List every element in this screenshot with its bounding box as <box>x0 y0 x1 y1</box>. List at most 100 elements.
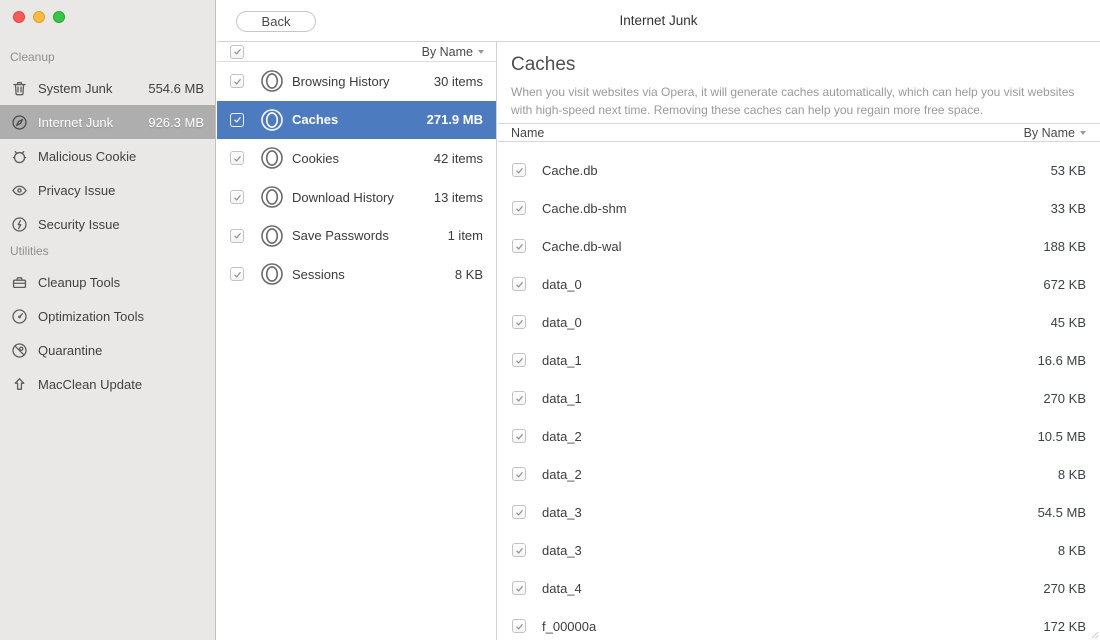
checkbox[interactable] <box>512 467 526 481</box>
file-size: 10.5 MB <box>1037 428 1086 444</box>
checkbox[interactable] <box>230 267 244 282</box>
file-size: 33 KB <box>1050 200 1086 216</box>
sidebar-item-label: Privacy Issue <box>38 182 116 198</box>
sidebar-item-internet-junk[interactable]: Internet Junk 926.3 MB <box>0 105 215 139</box>
sidebar-item-privacy-issue[interactable]: Privacy Issue <box>0 173 215 207</box>
checkbox[interactable] <box>230 151 244 166</box>
category-value: 42 items <box>433 150 483 166</box>
file-row-data-0-4[interactable]: data_0 45 KB <box>498 303 1100 341</box>
detail-sort-control[interactable]: By Name <box>1024 126 1086 140</box>
sidebar-item-label: MacClean Update <box>38 376 143 392</box>
category-sort-control[interactable]: By Name <box>422 45 484 59</box>
resize-grip[interactable] <box>1088 628 1099 639</box>
sidebar-item-label: Quarantine <box>38 342 103 358</box>
file-size: 8 KB <box>1057 466 1086 482</box>
checkbox[interactable] <box>230 228 244 243</box>
checkbox[interactable] <box>230 74 244 89</box>
checkbox[interactable] <box>230 112 244 127</box>
file-row-data-1-5[interactable]: data_1 16.6 MB <box>498 341 1100 379</box>
file-size: 8 KB <box>1057 542 1086 558</box>
toolbox-icon <box>11 274 28 291</box>
checkbox[interactable] <box>512 201 526 215</box>
checkbox[interactable] <box>512 619 526 633</box>
select-all-checkbox[interactable] <box>230 44 244 59</box>
checkbox[interactable] <box>512 505 526 519</box>
minimize-window-button[interactable] <box>33 11 45 23</box>
category-row-browsing-history[interactable]: Browsing History 30 items <box>217 62 496 101</box>
detail-table-header: Name By Name <box>498 123 1100 142</box>
sidebar-item-malicious-cookie[interactable]: Malicious Cookie <box>0 139 215 173</box>
sidebar: Cleanup System Junk 554.6 MB Internet Ju… <box>0 0 216 640</box>
detail-description: When you visit websites via Opera, it wi… <box>511 85 1075 117</box>
window-title: Internet Junk <box>619 13 698 28</box>
file-size: 672 KB <box>1043 276 1086 292</box>
macclean-window: Cleanup System Junk 554.6 MB Internet Ju… <box>0 0 1100 640</box>
sidebar-item-label: Internet Junk <box>38 114 114 130</box>
category-row-download-history[interactable]: Download History 13 items <box>217 178 496 217</box>
quarantine-icon <box>11 342 28 359</box>
opera-icon <box>260 224 284 248</box>
file-name: data_3 <box>542 542 582 558</box>
file-row-cache-db-wal-2[interactable]: Cache.db-wal 188 KB <box>498 227 1100 265</box>
sidebar-item-system-junk[interactable]: System Junk 554.6 MB <box>0 71 215 105</box>
file-size: 188 KB <box>1043 238 1086 254</box>
sidebar-item-label: System Junk <box>38 80 113 96</box>
category-value: 271.9 MB <box>426 112 483 128</box>
bug-icon <box>11 148 28 165</box>
sidebar-item-value: 926.3 MB <box>148 114 204 130</box>
file-row-cache-db-0[interactable]: Cache.db 53 KB <box>498 151 1100 189</box>
file-name: data_2 <box>542 466 582 482</box>
file-size: 54.5 MB <box>1037 504 1086 520</box>
detail-header: Caches When you visit websites via Opera… <box>498 42 1100 123</box>
detail-panel: Caches When you visit websites via Opera… <box>498 42 1100 640</box>
checkbox[interactable] <box>512 543 526 557</box>
category-label: Save Passwords <box>292 228 389 244</box>
file-row-data-3-9[interactable]: data_3 54.5 MB <box>498 493 1100 531</box>
checkbox[interactable] <box>512 277 526 291</box>
file-name: data_1 <box>542 390 582 406</box>
file-row-data-1-6[interactable]: data_1 270 KB <box>498 379 1100 417</box>
detail-heading: Caches <box>511 54 576 75</box>
checkbox[interactable] <box>512 581 526 595</box>
file-name: Cache.db-shm <box>542 200 627 216</box>
file-size: 172 KB <box>1043 618 1086 634</box>
sidebar-item-security-issue[interactable]: Security Issue <box>0 207 215 241</box>
file-row-data-2-8[interactable]: data_2 8 KB <box>498 455 1100 493</box>
checkbox[interactable] <box>512 391 526 405</box>
category-value: 13 items <box>433 189 483 205</box>
file-row-data-0-3[interactable]: data_0 672 KB <box>498 265 1100 303</box>
zoom-window-button[interactable] <box>53 11 65 23</box>
opera-icon <box>260 185 284 209</box>
checkbox[interactable] <box>512 163 526 177</box>
category-value: 30 items <box>433 73 483 89</box>
sidebar-item-quarantine[interactable]: Quarantine <box>0 333 215 367</box>
file-row-cache-db-shm-1[interactable]: Cache.db-shm 33 KB <box>498 189 1100 227</box>
checkbox[interactable] <box>512 315 526 329</box>
sidebar-item-label: Security Issue <box>38 216 120 232</box>
category-row-sessions[interactable]: Sessions 8 KB <box>217 255 496 294</box>
file-name: Cache.db <box>542 162 598 178</box>
file-size: 53 KB <box>1050 162 1086 178</box>
category-label: Sessions <box>292 266 345 282</box>
checkbox[interactable] <box>230 190 244 205</box>
checkbox[interactable] <box>512 239 526 253</box>
detail-sort-label: By Name <box>1023 125 1075 140</box>
close-window-button[interactable] <box>13 11 25 23</box>
checkbox[interactable] <box>512 353 526 367</box>
sidebar-section-label-cleanup: Cleanup <box>10 50 55 64</box>
file-row-f-00000a-12[interactable]: f_00000a 172 KB <box>498 607 1100 640</box>
category-value: 8 KB <box>454 266 483 282</box>
gauge-icon <box>11 308 28 325</box>
sidebar-item-cleanup-tools[interactable]: Cleanup Tools <box>0 265 215 299</box>
category-sort-label: By Name <box>421 44 473 59</box>
sidebar-item-macclean-update[interactable]: MacClean Update <box>0 367 215 401</box>
file-row-data-2-7[interactable]: data_2 10.5 MB <box>498 417 1100 455</box>
file-size: 16.6 MB <box>1037 352 1086 368</box>
category-row-caches[interactable]: Caches 271.9 MB <box>217 100 496 140</box>
checkbox[interactable] <box>512 429 526 443</box>
file-row-data-3-10[interactable]: data_3 8 KB <box>498 531 1100 569</box>
category-row-cookies[interactable]: Cookies 42 items <box>217 139 496 178</box>
sidebar-item-optimization-tools[interactable]: Optimization Tools <box>0 299 215 333</box>
file-row-data-4-11[interactable]: data_4 270 KB <box>498 569 1100 607</box>
category-row-save-passwords[interactable]: Save Passwords 1 item <box>217 216 496 255</box>
